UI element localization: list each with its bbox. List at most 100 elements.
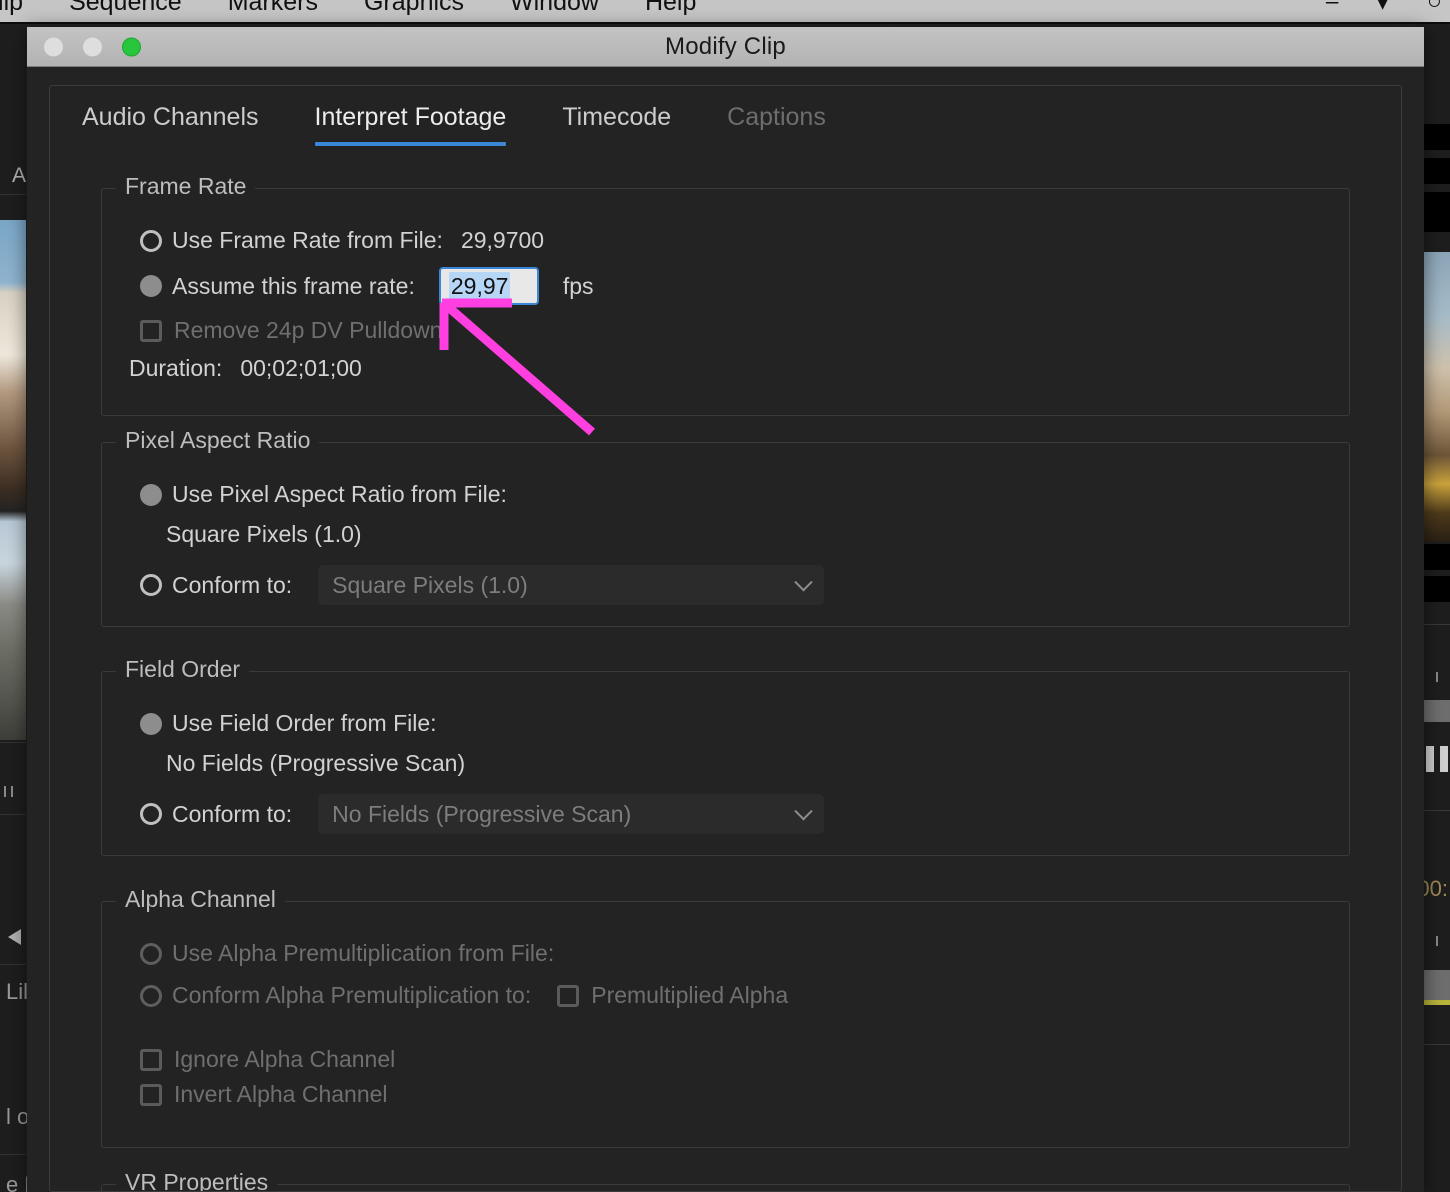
menu-item-markers[interactable]: Markers	[228, 0, 318, 17]
par-file-value-row: Square Pixels (1.0)	[166, 521, 362, 548]
panel-divider	[0, 814, 26, 815]
tab-timecode[interactable]: Timecode	[534, 103, 699, 146]
play-backward-icon[interactable]	[8, 929, 21, 945]
conform-par-select[interactable]: Square Pixels (1.0)	[318, 565, 825, 605]
menu-item-graphics[interactable]: Graphics	[364, 0, 464, 17]
dialog-body: Audio Channels Interpret Footage Timecod…	[27, 67, 1424, 1192]
use-alpha-premult-label: Use Alpha Premultiplication from File:	[172, 940, 555, 966]
invert-alpha-label: Invert Alpha Channel	[174, 1081, 388, 1107]
tab-captions: Captions	[727, 103, 826, 131]
panel-label-fragment: A	[12, 164, 27, 187]
dialog-panel: Audio Channels Interpret Footage Timecod…	[49, 85, 1402, 1192]
duration-label: Duration:	[129, 355, 223, 381]
use-field-order-from-file-label: Use Field Order from File:	[172, 710, 437, 736]
fps-unit-label: fps	[562, 272, 594, 299]
marker-ticks-icon	[4, 784, 24, 798]
playhead-tick-icon	[1436, 672, 1438, 682]
conform-par-label: Conform to:	[172, 571, 293, 598]
panel-divider	[0, 1154, 26, 1155]
tab-audio-channels[interactable]: Audio Channels	[50, 103, 287, 146]
alpha-channel-legend: Alpha Channel	[116, 886, 285, 913]
vr-properties-group: VR Properties	[101, 1169, 1350, 1191]
ignore-alpha-row: Ignore Alpha Channel	[140, 1046, 395, 1073]
vr-properties-legend: VR Properties	[116, 1169, 278, 1191]
conform-field-order-select[interactable]: No Fields (Progressive Scan)	[318, 794, 825, 834]
zoom-button[interactable]	[122, 37, 141, 56]
use-par-from-file-label: Use Pixel Aspect Ratio from File:	[172, 481, 507, 507]
conform-field-order-radio[interactable]	[140, 803, 162, 825]
pause-icon[interactable]	[1426, 746, 1448, 772]
assume-frame-rate-input[interactable]: 29,97	[438, 267, 539, 305]
field-order-group: Field Order Use Field Order from File: N…	[101, 656, 1350, 856]
pixel-aspect-ratio-group: Pixel Aspect Ratio Use Pixel Aspect Rati…	[101, 427, 1350, 627]
menu-item-window[interactable]: Window	[510, 0, 599, 17]
assume-frame-rate-label: Assume this frame rate:	[172, 272, 415, 299]
bluetooth-icon[interactable]: ⎯	[1326, 0, 1339, 17]
menu-item-sequence[interactable]: Sequence	[69, 0, 182, 17]
use-frame-rate-from-file-radio[interactable]	[140, 229, 162, 252]
conform-par-radio[interactable]	[140, 574, 162, 596]
conform-field-order-label: Conform to:	[172, 800, 293, 827]
conform-field-order-select-value: No Fields (Progressive Scan)	[332, 800, 632, 827]
premultiplied-alpha-checkbox	[557, 984, 580, 1007]
wifi-icon[interactable]: ▾	[1376, 0, 1389, 17]
remove-pulldown-checkbox	[140, 319, 162, 342]
ignore-alpha-label: Ignore Alpha Channel	[174, 1046, 396, 1072]
conform-alpha-premult-row: Conform Alpha Premultiplication to: Prem…	[140, 982, 788, 1009]
clip-thumbnail	[0, 220, 26, 740]
panel-divider	[0, 742, 26, 743]
use-frame-rate-from-file-label: Use Frame Rate from File:	[172, 227, 443, 253]
window-controls	[44, 37, 141, 56]
panel-text-fragment-2: l o	[6, 1104, 30, 1129]
conform-alpha-premult-label: Conform Alpha Premultiplication to:	[172, 982, 532, 1008]
modify-clip-dialog: Modify Clip Audio Channels Interpret Foo…	[27, 27, 1424, 1192]
ignore-alpha-checkbox	[140, 1048, 162, 1071]
remove-pulldown-row: Remove 24p DV Pulldown	[140, 317, 442, 344]
tab-bar: Audio Channels Interpret Footage Timecod…	[50, 86, 1401, 146]
invert-alpha-checkbox	[140, 1083, 162, 1106]
frame-rate-legend: Frame Rate	[116, 173, 256, 200]
panel-text-fragment-1: Lil	[6, 979, 29, 1004]
dialog-title: Modify Clip	[665, 32, 786, 60]
use-field-order-from-file-row[interactable]: Use Field Order from File:	[140, 710, 437, 737]
conform-alpha-premult-radio	[140, 984, 162, 1007]
use-frame-rate-from-file-row[interactable]: Use Frame Rate from File: 29,9700	[140, 227, 544, 254]
frame-rate-group: Frame Rate Use Frame Rate from File: 29,…	[101, 173, 1350, 416]
menu-bar-divider	[0, 22, 1450, 24]
duration-value: 00;02;01;00	[240, 355, 362, 381]
assume-frame-rate-radio[interactable]	[140, 275, 162, 297]
use-par-from-file-row[interactable]: Use Pixel Aspect Ratio from File:	[140, 481, 507, 508]
menu-item-clip[interactable]: Clip	[0, 0, 23, 17]
macos-menu-bar: Clip Sequence Markers Graphics Window He…	[0, 0, 1450, 22]
use-field-order-from-file-value: No Fields (Progressive Scan)	[166, 750, 466, 776]
use-alpha-premult-row: Use Alpha Premultiplication from File:	[140, 940, 554, 967]
assume-frame-rate-input-value: 29,97	[448, 271, 511, 301]
remove-pulldown-label: Remove 24p DV Pulldown	[174, 317, 443, 343]
chevron-down-icon	[794, 573, 813, 592]
conform-par-select-value: Square Pixels (1.0)	[332, 571, 528, 598]
assume-frame-rate-row[interactable]: Assume this frame rate: 29,97 fps	[140, 267, 594, 305]
dialog-title-bar[interactable]: Modify Clip	[27, 27, 1424, 67]
project-panel-left-edge: A Lil l o e R	[0, 24, 40, 1192]
use-par-from-file-radio[interactable]	[140, 483, 162, 506]
minimize-button[interactable]	[83, 37, 102, 56]
duration-row: Duration: 00;02;01;00	[129, 355, 362, 382]
premultiplied-alpha-label: Premultiplied Alpha	[591, 982, 789, 1008]
invert-alpha-row: Invert Alpha Channel	[140, 1081, 388, 1108]
use-alpha-premult-radio	[140, 942, 162, 965]
chevron-down-icon	[794, 802, 813, 821]
use-par-from-file-value: Square Pixels (1.0)	[166, 521, 362, 547]
close-button[interactable]	[44, 37, 63, 56]
alpha-channel-group: Alpha Channel Use Alpha Premultiplicatio…	[101, 886, 1350, 1148]
field-order-legend: Field Order	[116, 656, 250, 683]
conform-field-order-row[interactable]: Conform to: No Fields (Progressive Scan)	[140, 794, 825, 834]
spotlight-icon[interactable]: ○	[1427, 0, 1442, 17]
pixel-aspect-ratio-legend: Pixel Aspect Ratio	[116, 427, 320, 454]
panel-divider	[0, 964, 26, 965]
tab-interpret-footage[interactable]: Interpret Footage	[287, 103, 535, 146]
menu-item-help[interactable]: Help	[645, 0, 696, 17]
use-frame-rate-from-file-value: 29,9700	[460, 227, 545, 253]
use-field-order-from-file-radio[interactable]	[140, 712, 162, 735]
panel-divider	[0, 194, 26, 195]
conform-par-row[interactable]: Conform to: Square Pixels (1.0)	[140, 565, 825, 605]
